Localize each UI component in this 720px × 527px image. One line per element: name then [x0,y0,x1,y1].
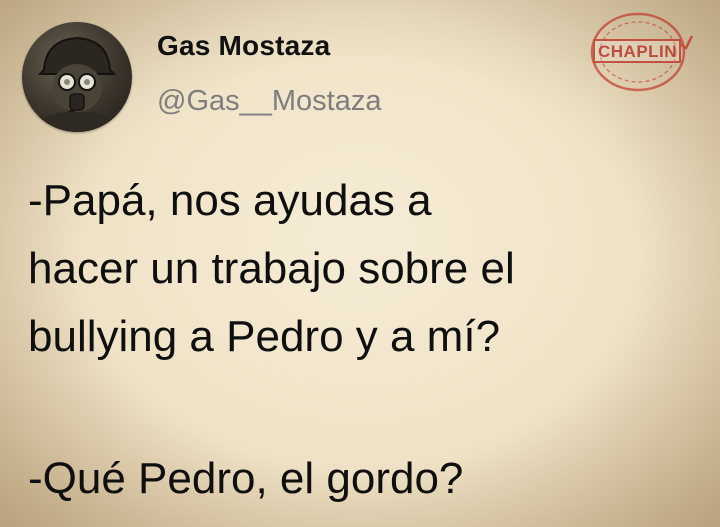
watermark-text: CHAPLIN [598,42,678,61]
tweet-line: -Papá, nos ayudas a [28,176,432,225]
avatar[interactable] [22,22,132,132]
tweet-reply-line: -Qué Pedro, el gordo? [28,454,464,503]
user-handle[interactable]: @Gas__Mostaza [157,87,381,116]
gas-mask-soldier-icon [22,22,132,132]
display-name[interactable]: Gas Mostaza [157,32,330,60]
watermark-stamp: CHAPLIN [582,8,694,96]
tweet-line: hacer un trabajo sobre el [28,244,515,293]
tweet-line: bullying a Pedro y a mí? [28,312,501,361]
tweet-text: -Papá, nos ayudas a hacer un trabajo sob… [28,167,688,371]
